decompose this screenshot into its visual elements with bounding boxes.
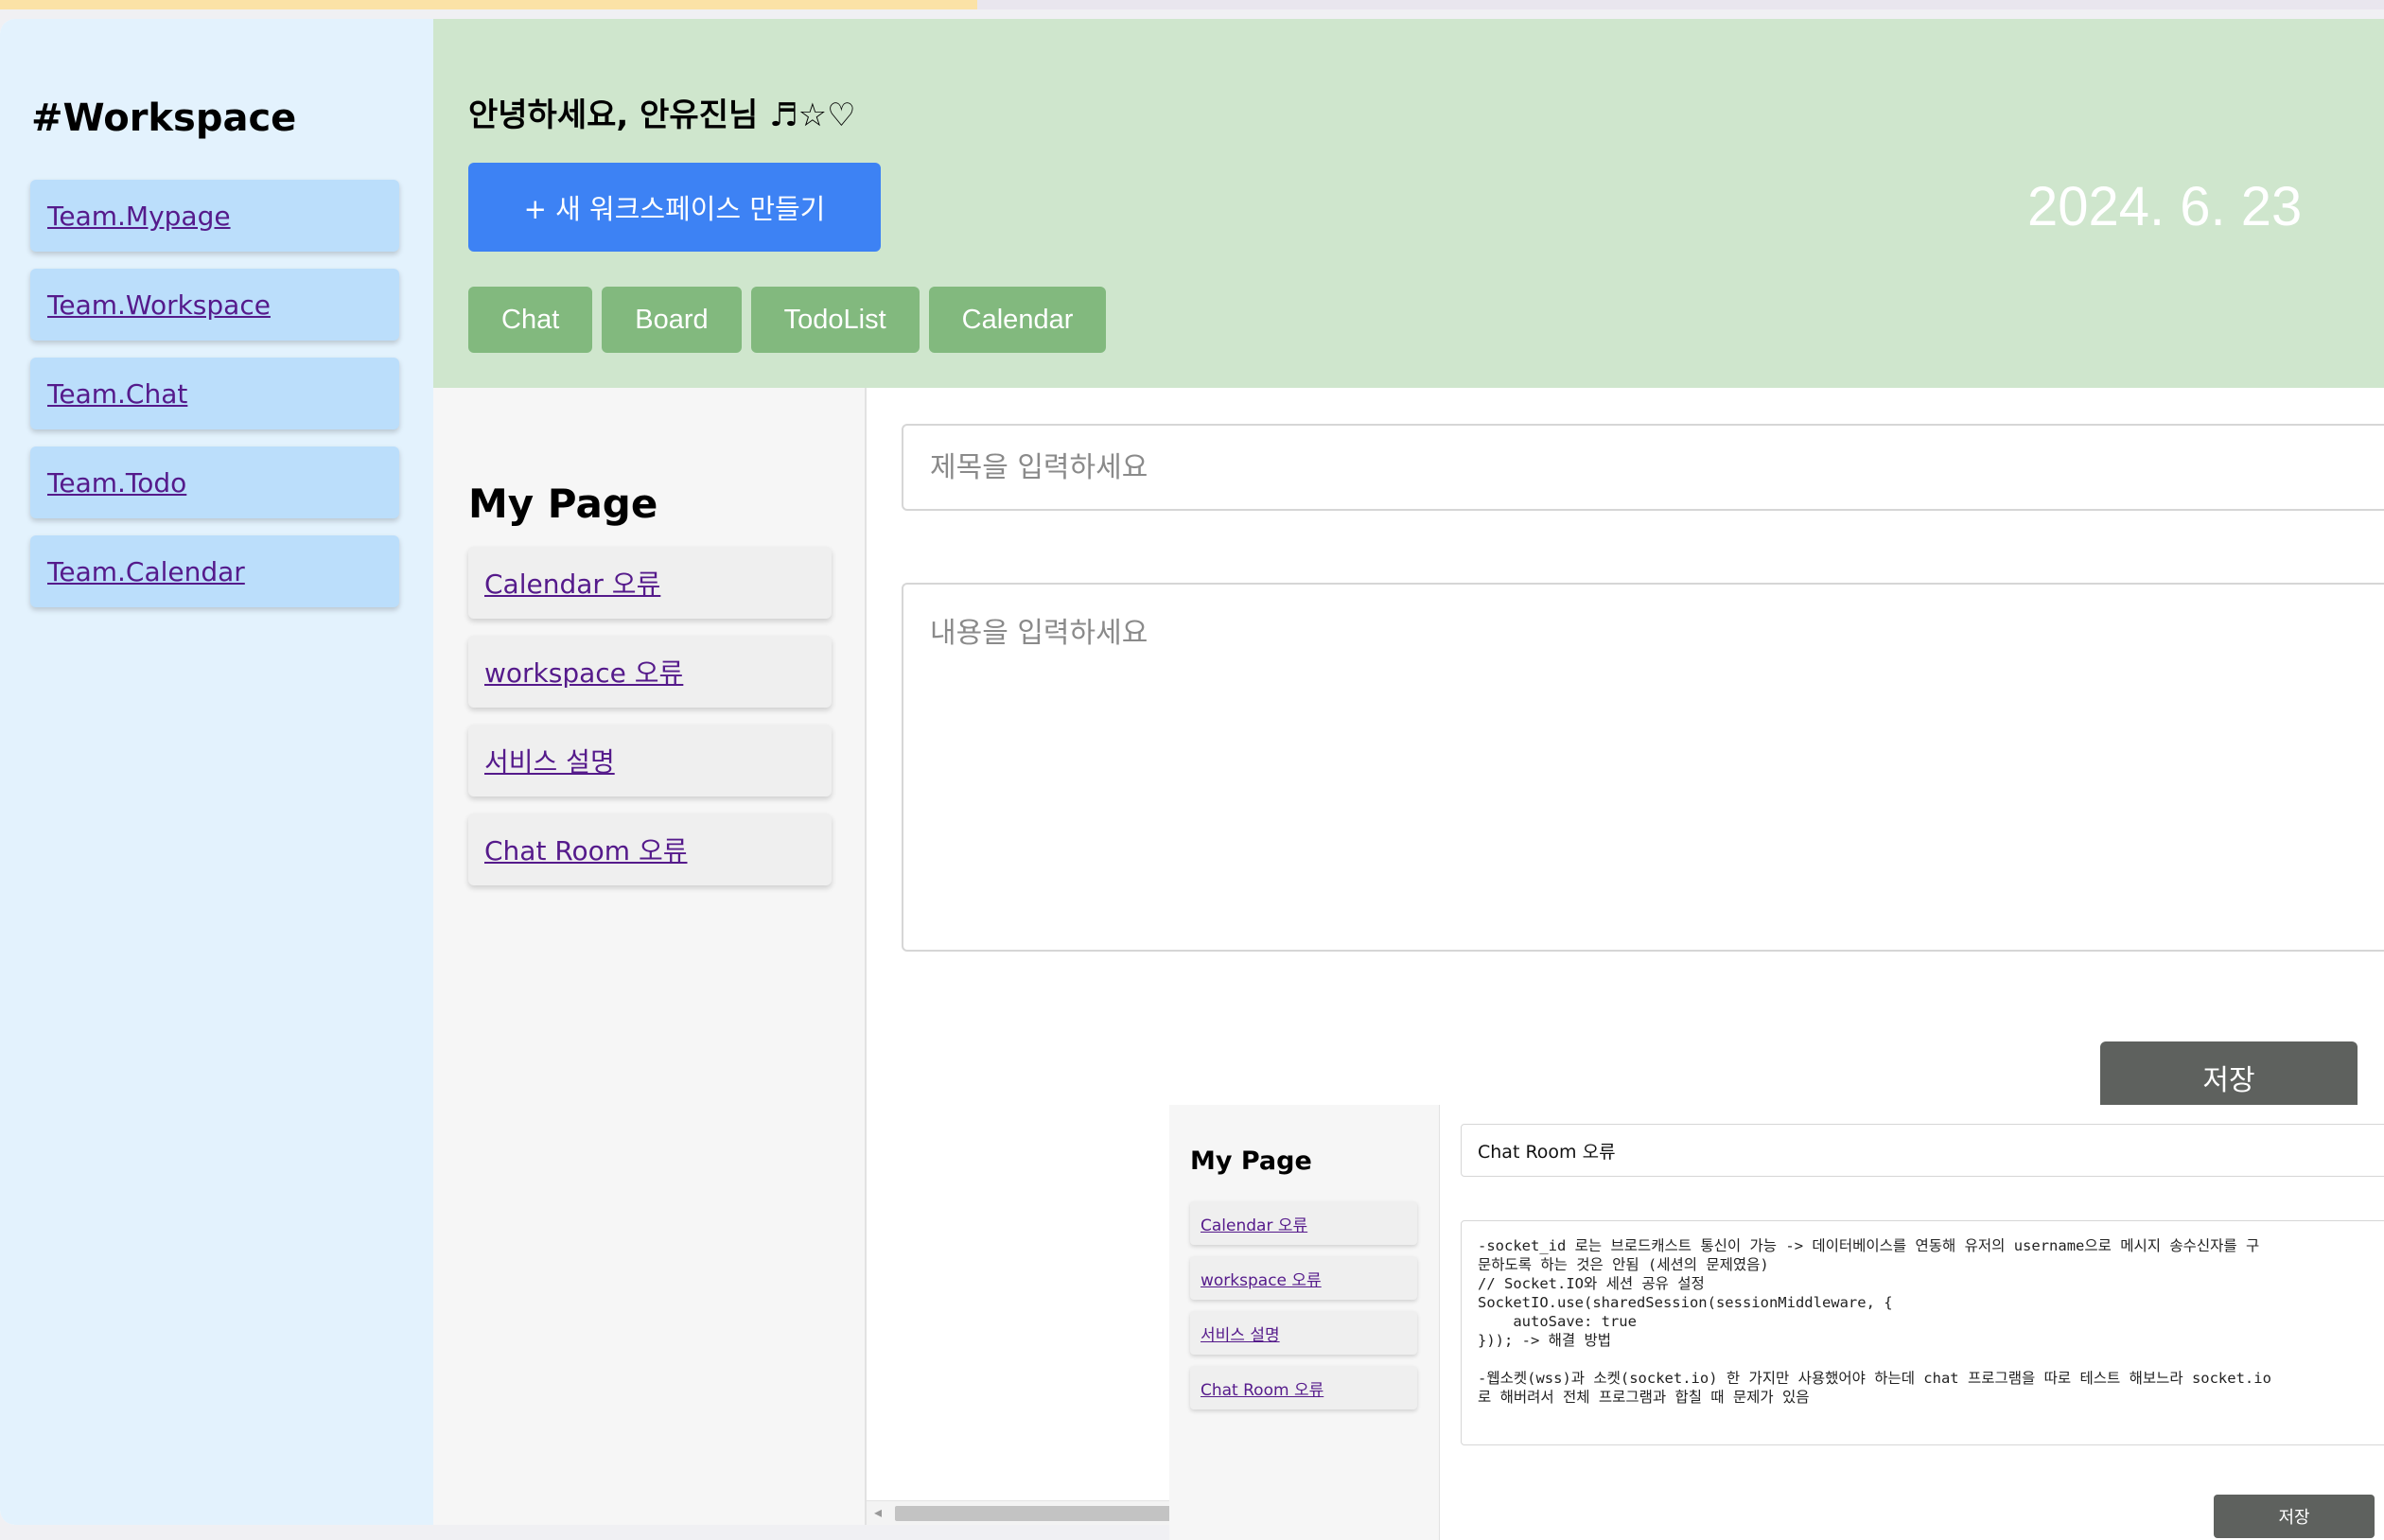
preview-post-title-field[interactable]: Chat Room 오류 — [1461, 1124, 2384, 1177]
workspace-sidebar: #Workspace Team.Mypage Team.Workspace Te… — [0, 19, 433, 1525]
tab-calendar[interactable]: Calendar — [928, 287, 1107, 353]
preview-mypage-panel: My Page Calendar 오류 workspace 오류 서비스 설명 … — [1169, 1105, 1440, 1540]
sidebar-link-chat[interactable]: Team.Chat — [47, 378, 187, 410]
preview-post-link[interactable]: 서비스 설명 — [1201, 1321, 1280, 1345]
tab-todolist[interactable]: TodoList — [750, 287, 920, 353]
sidebar-item-todo[interactable]: Team.Todo — [30, 446, 399, 518]
page-header: 안녕하세요, 안유진님 ♬☆♡ + 새 워크스페이스 만들기 2024. 6. … — [433, 19, 2384, 388]
sidebar-item-chat[interactable]: Team.Chat — [30, 358, 399, 429]
feature-tabs: Chat Board TodoList Calendar — [468, 287, 1107, 353]
preview-save-button[interactable]: 저장 — [2214, 1495, 2375, 1538]
sidebar-link-todo[interactable]: Team.Todo — [47, 467, 186, 499]
sidebar-link-mypage[interactable]: Team.Mypage — [47, 201, 231, 232]
new-workspace-button[interactable]: + 새 워크스페이스 만들기 — [468, 163, 881, 252]
preview-post-link[interactable]: Calendar 오류 — [1201, 1212, 1307, 1235]
sidebar-link-calendar[interactable]: Team.Calendar — [47, 556, 245, 587]
sidebar-nav: Team.Mypage Team.Workspace Team.Chat Tea… — [30, 180, 399, 624]
preview-mypage-title: My Page — [1190, 1146, 1312, 1176]
preview-post-item[interactable]: Calendar 오류 — [1190, 1201, 1417, 1245]
sidebar-item-mypage[interactable]: Team.Mypage — [30, 180, 399, 252]
preview-post-item[interactable]: workspace 오류 — [1190, 1256, 1417, 1300]
preview-post-item[interactable]: Chat Room 오류 — [1190, 1366, 1417, 1409]
scroll-left-arrow-icon[interactable]: ◂ — [874, 1503, 882, 1521]
sidebar-item-calendar[interactable]: Team.Calendar — [30, 535, 399, 607]
preview-post-content-field[interactable]: -socket_id 로는 브로드캐스트 통신이 가능 -> 데이터베이스를 연… — [1461, 1220, 2384, 1445]
preview-post-item[interactable]: 서비스 설명 — [1190, 1311, 1417, 1355]
tab-board[interactable]: Board — [602, 287, 742, 353]
post-link[interactable]: Chat Room 오류 — [484, 831, 688, 868]
post-item-service-description[interactable]: 서비스 설명 — [468, 725, 832, 796]
save-button[interactable]: 저장 — [2100, 1041, 2358, 1113]
post-link[interactable]: Calendar 오류 — [484, 564, 660, 602]
current-date: 2024. 6. 23 — [2027, 176, 2303, 237]
preview-post-link[interactable]: Chat Room 오류 — [1201, 1376, 1323, 1400]
post-item-calendar-error[interactable]: Calendar 오류 — [468, 547, 832, 619]
top-progress-fill — [0, 0, 978, 9]
sidebar-title: #Workspace — [31, 96, 297, 140]
post-link[interactable]: 서비스 설명 — [484, 742, 615, 779]
pasted-screenshot-preview: My Page Calendar 오류 workspace 오류 서비스 설명 … — [1169, 1105, 2384, 1540]
top-progress-bar — [0, 0, 2384, 9]
post-item-workspace-error[interactable]: workspace 오류 — [468, 636, 832, 708]
preview-post-list: Calendar 오류 workspace 오류 서비스 설명 Chat Roo… — [1190, 1201, 1417, 1421]
post-content-input[interactable] — [902, 583, 2384, 952]
preview-post-link[interactable]: workspace 오류 — [1201, 1267, 1322, 1290]
tab-chat[interactable]: Chat — [468, 287, 593, 353]
post-list: Calendar 오류 workspace 오류 서비스 설명 Chat Roo… — [468, 547, 832, 902]
post-title-input[interactable] — [902, 424, 2384, 511]
sidebar-link-workspace[interactable]: Team.Workspace — [47, 289, 271, 321]
mypage-panel: My Page Calendar 오류 workspace 오류 서비스 설명 … — [433, 388, 867, 1525]
mypage-title: My Page — [468, 481, 658, 527]
greeting-text: 안녕하세요, 안유진님 ♬☆♡ — [468, 96, 856, 134]
post-link[interactable]: workspace 오류 — [484, 653, 683, 691]
sidebar-item-workspace[interactable]: Team.Workspace — [30, 269, 399, 341]
post-item-chatroom-error[interactable]: Chat Room 오류 — [468, 814, 832, 885]
